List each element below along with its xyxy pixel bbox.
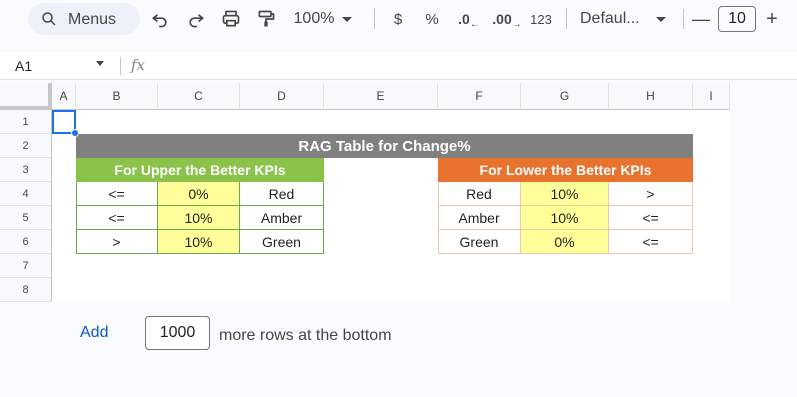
redo-button[interactable] (184, 6, 208, 32)
column-header-d[interactable]: D (240, 83, 324, 110)
lower-threshold-cell[interactable]: 10% (521, 206, 609, 230)
redo-icon (189, 14, 205, 28)
upper-threshold-cell[interactable]: 0% (158, 182, 240, 206)
column-header-g[interactable]: G (521, 83, 609, 110)
decrease-font-size-button[interactable]: — (692, 6, 710, 32)
more-rows-label: more rows at the bottom (219, 327, 392, 344)
formula-divider (120, 57, 121, 75)
zoom-select[interactable]: 100% (292, 6, 354, 32)
lower-status-cell[interactable]: Green (438, 230, 521, 254)
upper-status-cell[interactable]: Red (240, 182, 324, 206)
lower-status-cell[interactable]: Red (438, 182, 521, 206)
upper-operator-cell[interactable]: > (76, 230, 158, 254)
decrease-decimal-button[interactable]: .0 ← (455, 6, 483, 32)
upper-threshold-cell[interactable]: 10% (158, 230, 240, 254)
toolbar-divider (683, 9, 684, 29)
column-header-c[interactable]: C (158, 83, 240, 110)
toolbar-divider (374, 9, 375, 29)
column-header-f[interactable]: F (438, 83, 521, 110)
currency-label: $ (393, 10, 403, 28)
name-box[interactable]: A1 (15, 58, 32, 74)
add-rows-button[interactable]: Add (80, 324, 108, 342)
more-formats-label: 123 (530, 11, 552, 27)
row-header-2[interactable]: 2 (0, 134, 52, 158)
column-header-a[interactable]: A (52, 83, 76, 110)
lower-kpi-header[interactable]: For Lower the Better KPIs (438, 158, 693, 182)
spreadsheet-grid[interactable]: A B C D E F G H I 1 2 3 4 5 6 7 8 RAG Ta… (0, 83, 730, 303)
lower-status-cell[interactable]: Amber (438, 206, 521, 230)
chevron-down-icon (342, 16, 353, 22)
lower-operator-cell[interactable]: <= (609, 230, 693, 254)
percent-button[interactable]: % (422, 6, 442, 32)
toolbar: Menus 100% $ % .0 ← .00 → 123 Defaul... … (0, 0, 797, 38)
upper-operator-cell[interactable]: <= (76, 182, 158, 206)
font-size-value: 10 (728, 10, 746, 27)
lower-threshold-cell[interactable]: 10% (521, 182, 609, 206)
arrow-right-icon: → (511, 18, 522, 30)
paint-format-icon (258, 10, 275, 27)
arrow-left-icon: ← (469, 18, 480, 30)
minus-icon: — (692, 8, 710, 29)
row-header-8[interactable]: 8 (0, 278, 52, 302)
row-header-5[interactable]: 5 (0, 206, 52, 230)
increase-font-size-button[interactable]: + (762, 6, 782, 32)
row-header-3[interactable]: 3 (0, 158, 52, 182)
print-button[interactable] (219, 6, 243, 32)
row-header-4[interactable]: 4 (0, 182, 52, 206)
fill-handle[interactable] (71, 129, 79, 137)
row-header-1[interactable]: 1 (0, 110, 52, 134)
column-header-h[interactable]: H (609, 83, 693, 110)
rag-table-title[interactable]: RAG Table for Change% (76, 134, 693, 158)
column-header-b[interactable]: B (76, 83, 158, 110)
formula-bar: A1 fx (0, 52, 797, 80)
search-icon (42, 12, 56, 26)
column-header-e[interactable]: E (324, 83, 438, 110)
chevron-down-icon (656, 16, 666, 22)
select-all-corner[interactable] (0, 83, 52, 110)
menus-label: Menus (68, 11, 117, 28)
upper-operator-cell[interactable]: <= (76, 206, 158, 230)
row-header-6[interactable]: 6 (0, 230, 52, 254)
paint-format-button[interactable] (254, 6, 278, 32)
upper-status-cell[interactable]: Green (240, 230, 324, 254)
menus-search-button[interactable]: Menus (28, 3, 140, 35)
percent-label: % (425, 10, 439, 28)
print-icon (222, 10, 240, 27)
increase-decimal-button[interactable]: .00 → (490, 6, 524, 32)
fx-icon: fx (131, 56, 146, 74)
undo-button[interactable] (148, 6, 172, 32)
font-value: Defaul... (580, 10, 640, 27)
upper-status-cell[interactable]: Amber (240, 206, 324, 230)
font-dropdown-button[interactable] (654, 6, 668, 32)
chevron-down-icon[interactable] (96, 61, 104, 66)
column-header-i[interactable]: I (693, 83, 730, 110)
rows-count-input[interactable]: 1000 (145, 316, 210, 350)
plus-icon: + (766, 7, 778, 30)
increase-decimal-label: .00 (492, 11, 512, 27)
undo-icon (151, 14, 167, 28)
upper-threshold-cell[interactable]: 10% (158, 206, 240, 230)
lower-operator-cell[interactable]: > (609, 182, 693, 206)
upper-kpi-header[interactable]: For Upper the Better KPIs (76, 158, 324, 182)
rows-count-value: 1000 (159, 324, 196, 341)
row-header-7[interactable]: 7 (0, 254, 52, 278)
zoom-value: 100% (293, 10, 335, 27)
more-formats-button[interactable]: 123 (528, 6, 554, 32)
decrease-decimal-label: .0 (458, 11, 470, 27)
currency-button[interactable]: $ (388, 6, 408, 32)
lower-operator-cell[interactable]: <= (609, 206, 693, 230)
font-size-input[interactable]: 10 (718, 6, 756, 32)
lower-threshold-cell[interactable]: 0% (521, 230, 609, 254)
toolbar-divider (566, 9, 567, 29)
